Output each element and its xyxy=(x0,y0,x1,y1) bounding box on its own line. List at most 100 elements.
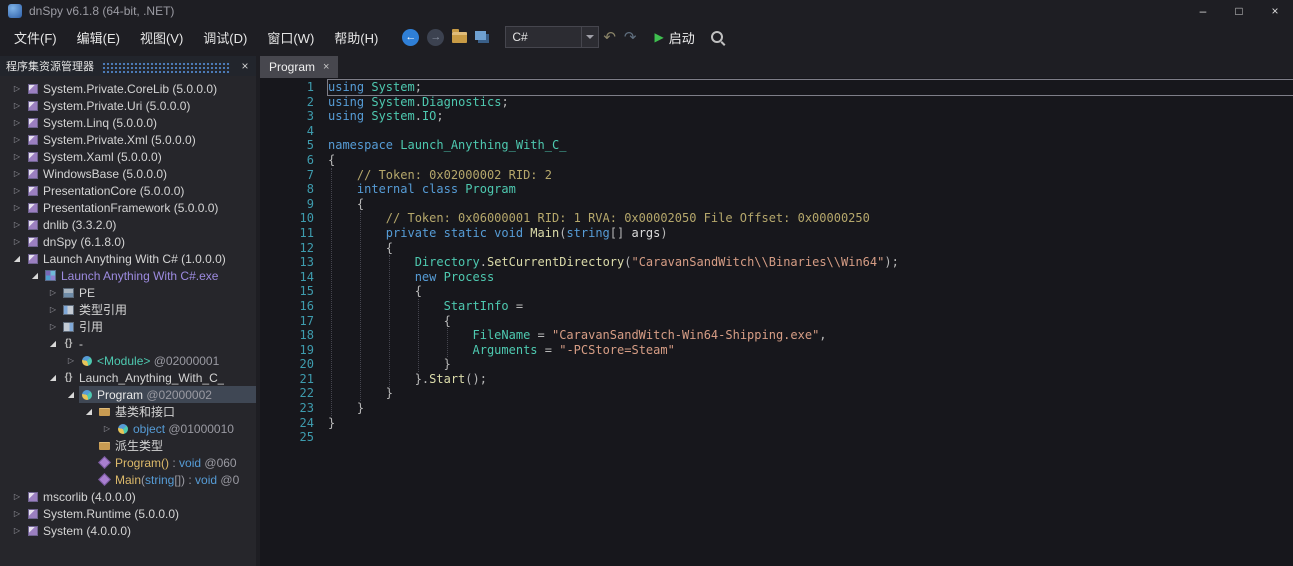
code-line[interactable]: 25 xyxy=(260,430,1293,445)
code-line[interactable]: 20 } xyxy=(260,357,1293,372)
close-button[interactable]: × xyxy=(1257,0,1293,22)
code-line[interactable]: 24} xyxy=(260,416,1293,431)
minimize-button[interactable]: – xyxy=(1185,0,1221,22)
tree-item[interactable]: ◢Launch Anything With C# (1.0.0.0) xyxy=(0,250,256,267)
tree-item[interactable]: ▷mscorlib (4.0.0.0) xyxy=(0,488,256,505)
tree-item[interactable]: Main(string[]) : void @0 xyxy=(0,471,256,488)
forward-icon[interactable]: → xyxy=(427,29,444,46)
tree-item[interactable]: ▷dnlib (3.3.2.0) xyxy=(0,216,256,233)
tree-item[interactable]: ◢Program @02000002 xyxy=(0,386,256,403)
tree-item[interactable]: ▷<Module> @02000001 xyxy=(0,352,256,369)
expander-collapsed-icon[interactable]: ▷ xyxy=(9,492,25,501)
language-select[interactable]: C# xyxy=(505,26,599,48)
expander-expanded-icon[interactable]: ◢ xyxy=(81,407,97,416)
tree-item[interactable]: ▷System.Linq (5.0.0.0) xyxy=(0,114,256,131)
expander-expanded-icon[interactable]: ◢ xyxy=(63,390,79,399)
back-icon[interactable]: ← xyxy=(402,29,419,46)
tree-item[interactable]: ▷PE xyxy=(0,284,256,301)
code-line[interactable]: 9 { xyxy=(260,197,1293,212)
code-line[interactable]: 17 { xyxy=(260,314,1293,329)
expander-collapsed-icon[interactable]: ▷ xyxy=(45,305,61,314)
save-all-button[interactable] xyxy=(475,31,489,43)
menu-item-help[interactable]: 帮助(H) xyxy=(324,26,388,48)
expander-collapsed-icon[interactable]: ▷ xyxy=(9,84,25,93)
tree-item[interactable]: ▷类型引用 xyxy=(0,301,256,318)
expander-collapsed-icon[interactable]: ▷ xyxy=(9,237,25,246)
tree-item[interactable]: ◢{}- xyxy=(0,335,256,352)
code-line[interactable]: 11 private static void Main(string[] arg… xyxy=(260,226,1293,241)
code-line[interactable]: 14 new Process xyxy=(260,270,1293,285)
code-line[interactable]: 2using System.Diagnostics; xyxy=(260,95,1293,110)
tree-item[interactable]: ▷WindowsBase (5.0.0.0) xyxy=(0,165,256,182)
expander-collapsed-icon[interactable]: ▷ xyxy=(9,509,25,518)
maximize-button[interactable]: □ xyxy=(1221,0,1257,22)
code-line[interactable]: 19 Arguments = "-PCStore=Steam" xyxy=(260,343,1293,358)
expander-collapsed-icon[interactable]: ▷ xyxy=(9,101,25,110)
redo-icon[interactable]: ↷ xyxy=(624,28,637,46)
panel-header[interactable]: 程序集资源管理器 × xyxy=(0,56,256,76)
code-line[interactable]: 21 }.Start(); xyxy=(260,372,1293,387)
code-line[interactable]: 12 { xyxy=(260,241,1293,256)
tree-item[interactable]: ◢{}Launch_Anything_With_C_ xyxy=(0,369,256,386)
expander-collapsed-icon[interactable]: ▷ xyxy=(9,118,25,127)
tree-item[interactable]: ▷object @01000010 xyxy=(0,420,256,437)
panel-close-icon[interactable]: × xyxy=(236,59,254,73)
code-line[interactable]: 7 // Token: 0x02000002 RID: 2 xyxy=(260,168,1293,183)
code-editor[interactable]: 1using System;2using System.Diagnostics;… xyxy=(260,78,1293,566)
open-button[interactable] xyxy=(452,32,467,43)
tree-item[interactable]: ◢基类和接口 xyxy=(0,403,256,420)
search-icon[interactable] xyxy=(711,31,723,43)
code-line[interactable]: 4 xyxy=(260,124,1293,139)
code-line[interactable]: 1using System; xyxy=(260,80,1293,95)
menu-item-file[interactable]: 文件(F) xyxy=(4,26,67,48)
expander-collapsed-icon[interactable]: ▷ xyxy=(9,135,25,144)
expander-collapsed-icon[interactable]: ▷ xyxy=(45,322,61,331)
start-button[interactable]: ▶ 启动 xyxy=(654,28,694,47)
expander-expanded-icon[interactable]: ◢ xyxy=(9,254,25,263)
expander-collapsed-icon[interactable]: ▷ xyxy=(9,169,25,178)
tree-item[interactable]: ▷引用 xyxy=(0,318,256,335)
code-line[interactable]: 16 StartInfo = xyxy=(260,299,1293,314)
menu-item-edit[interactable]: 编辑(E) xyxy=(67,26,130,48)
code-line[interactable]: 8 internal class Program xyxy=(260,182,1293,197)
expander-expanded-icon[interactable]: ◢ xyxy=(27,271,43,280)
code-line[interactable]: 6{ xyxy=(260,153,1293,168)
tree-item[interactable]: ▷System.Runtime (5.0.0.0) xyxy=(0,505,256,522)
tree-item[interactable]: ▷System (4.0.0.0) xyxy=(0,522,256,539)
chevron-down-icon[interactable] xyxy=(581,27,598,47)
tree-item[interactable]: ▷PresentationCore (5.0.0.0) xyxy=(0,182,256,199)
tab-close-icon[interactable]: × xyxy=(323,61,329,73)
undo-icon[interactable]: ↶ xyxy=(603,28,616,46)
menu-item-debug[interactable]: 调试(D) xyxy=(193,26,257,48)
tree-item[interactable]: ◢Launch Anything With C#.exe xyxy=(0,267,256,284)
tree-item[interactable]: ▷System.Private.Xml (5.0.0.0) xyxy=(0,131,256,148)
menu-item-view[interactable]: 视图(V) xyxy=(130,26,193,48)
tree-item[interactable]: ▷PresentationFramework (5.0.0.0) xyxy=(0,199,256,216)
code-line[interactable]: 13 Directory.SetCurrentDirectory("Carava… xyxy=(260,255,1293,270)
code-line[interactable]: 10 // Token: 0x06000001 RID: 1 RVA: 0x00… xyxy=(260,211,1293,226)
expander-collapsed-icon[interactable]: ▷ xyxy=(9,186,25,195)
expander-collapsed-icon[interactable]: ▷ xyxy=(9,152,25,161)
expander-expanded-icon[interactable]: ◢ xyxy=(45,373,61,382)
tree-item[interactable]: ▷System.Private.CoreLib (5.0.0.0) xyxy=(0,80,256,97)
code-line[interactable]: 15 { xyxy=(260,284,1293,299)
tree-item[interactable]: ▷System.Private.Uri (5.0.0.0) xyxy=(0,97,256,114)
code-line[interactable]: 23 } xyxy=(260,401,1293,416)
tree-item[interactable]: 派生类型 xyxy=(0,437,256,454)
code-line[interactable]: 3using System.IO; xyxy=(260,109,1293,124)
expander-collapsed-icon[interactable]: ▷ xyxy=(99,424,115,433)
tab-program[interactable]: Program × xyxy=(260,56,338,78)
code-line[interactable]: 22 } xyxy=(260,386,1293,401)
tree-item[interactable]: ▷System.Xaml (5.0.0.0) xyxy=(0,148,256,165)
expander-collapsed-icon[interactable]: ▷ xyxy=(63,356,79,365)
code-line[interactable]: 5namespace Launch_Anything_With_C_ xyxy=(260,138,1293,153)
menu-item-window[interactable]: 窗口(W) xyxy=(257,26,324,48)
tree-item[interactable]: Program() : void @060 xyxy=(0,454,256,471)
expander-collapsed-icon[interactable]: ▷ xyxy=(9,203,25,212)
expander-collapsed-icon[interactable]: ▷ xyxy=(45,288,61,297)
code-line[interactable]: 18 FileName = "CaravanSandWitch-Win64-Sh… xyxy=(260,328,1293,343)
expander-collapsed-icon[interactable]: ▷ xyxy=(9,526,25,535)
expander-collapsed-icon[interactable]: ▷ xyxy=(9,220,25,229)
tree-item[interactable]: ▷dnSpy (6.1.8.0) xyxy=(0,233,256,250)
expander-expanded-icon[interactable]: ◢ xyxy=(45,339,61,348)
